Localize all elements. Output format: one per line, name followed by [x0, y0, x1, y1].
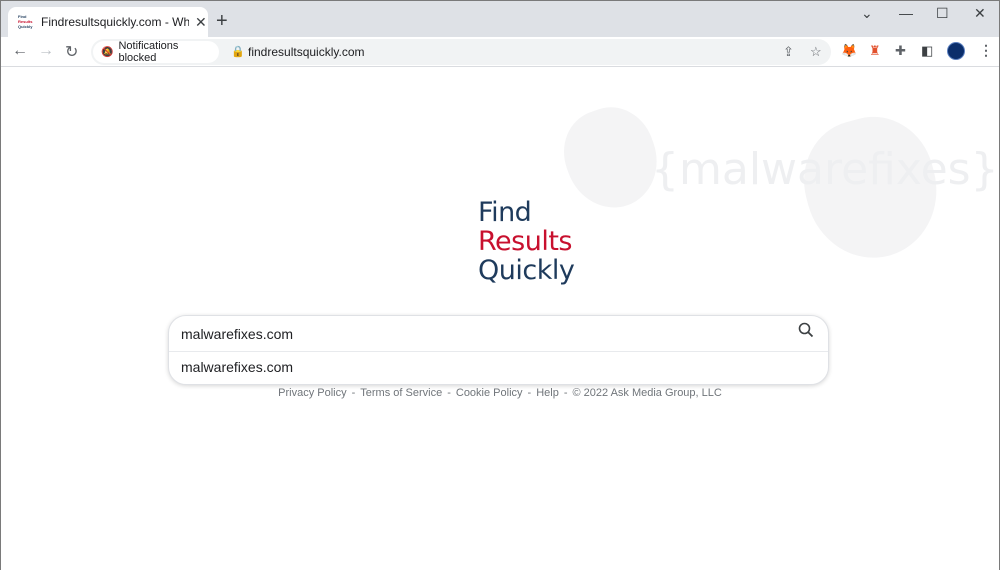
metamask-extension-icon[interactable]: 🦊 — [841, 43, 857, 59]
address-bar[interactable]: 🔕 Notifications blocked 🔒 findresultsqui… — [91, 39, 831, 65]
footer-separator: - — [351, 387, 356, 399]
chip-label: Notifications blocked — [118, 40, 179, 64]
search-input[interactable] — [181, 324, 781, 344]
tab-search-icon[interactable]: ⌄ — [861, 5, 873, 22]
footer-separator: - — [527, 387, 532, 399]
back-button[interactable]: ← — [12, 42, 28, 60]
close-window-button[interactable]: ✕ — [974, 5, 986, 22]
new-tab-button[interactable]: + — [216, 11, 228, 31]
url-text[interactable]: findresultsquickly.com — [248, 45, 364, 59]
extension-icon[interactable]: ♜ — [869, 43, 881, 59]
side-panel-icon[interactable]: ◧ — [921, 43, 933, 59]
browser-tab[interactable]: Find Results Quickly Findresultsquickly.… — [8, 7, 208, 37]
cookie-policy-link[interactable]: Cookie Policy — [456, 387, 523, 399]
page-content: {malwarefixes} Find Results Quickly malw… — [1, 68, 999, 570]
search-box: malwarefixes.com — [168, 315, 829, 385]
browser-menu-icon[interactable]: ⋮ — [979, 42, 993, 59]
footer-separator: - — [563, 387, 568, 399]
footer: Privacy Policy - Terms of Service - Cookie P… — [1, 387, 999, 399]
forward-button[interactable]: → — [38, 42, 54, 60]
terms-of-service-link[interactable]: Terms of Service — [360, 387, 442, 399]
favicon-line: Quickly — [18, 24, 33, 29]
lock-icon[interactable]: 🔒 — [231, 45, 245, 58]
logo-line-results: Results — [478, 226, 573, 257]
notifications-blocked-chip[interactable]: 🔕 Notifications blocked — [93, 40, 219, 64]
profile-avatar[interactable] — [947, 42, 965, 60]
browser-window: Find Results Quickly Findresultsquickly.… — [0, 0, 1000, 570]
bookmark-star-icon[interactable]: ☆ — [810, 44, 822, 60]
bell-off-icon: 🔕 — [101, 46, 114, 58]
share-icon[interactable]: ⇪ — [783, 44, 794, 60]
copyright-text: © 2022 Ask Media Group, LLC — [572, 387, 722, 399]
search-icon[interactable] — [798, 322, 814, 343]
footer-separator: - — [447, 387, 451, 399]
extensions-puzzle-icon[interactable]: ✚ — [895, 43, 906, 59]
watermark-text: {malwarefixes} — [651, 144, 999, 195]
favicon-icon: Find Results Quickly — [18, 14, 34, 30]
logo-line-quickly: Quickly — [478, 255, 575, 286]
reload-button[interactable]: ↻ — [65, 42, 78, 62]
privacy-policy-link[interactable]: Privacy Policy — [278, 387, 346, 399]
logo-line-find: Find — [478, 197, 532, 228]
search-suggestion[interactable]: malwarefixes.com — [181, 359, 293, 375]
tab-close-icon[interactable]: ✕ — [195, 14, 207, 31]
tab-title: Findresultsquickly.com - What's Y — [41, 15, 189, 29]
help-link[interactable]: Help — [536, 387, 559, 399]
maximize-button[interactable]: ☐ — [936, 5, 949, 22]
minimize-button[interactable]: — — [899, 5, 913, 21]
tab-strip: Find Results Quickly Findresultsquickly.… — [1, 1, 999, 37]
site-logo: Find Results Quickly — [478, 197, 575, 286]
search-divider — [169, 351, 828, 352]
